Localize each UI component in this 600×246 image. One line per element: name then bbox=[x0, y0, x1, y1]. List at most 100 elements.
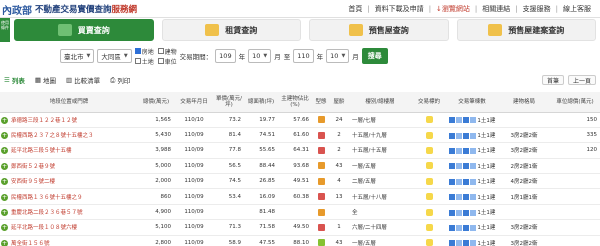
date-cell: 110/09 bbox=[174, 142, 214, 159]
checkbox-land[interactable] bbox=[134, 58, 141, 64]
unit-price-cell: 53.4 bbox=[214, 188, 244, 205]
address-cell[interactable]: + 安西街９５號二樓 bbox=[0, 173, 138, 190]
brand[interactable]: 內政部 不動產交易實價查詢 服務網 bbox=[2, 1, 137, 17]
tab-rental-query[interactable]: 租賃查詢 bbox=[161, 19, 301, 41]
address-cell[interactable]: + 重慶北路二段２３６巷５７號 bbox=[0, 204, 138, 221]
print-button[interactable]: ⎙ 列印 bbox=[110, 75, 130, 86]
area-cell: 19.77 bbox=[244, 112, 278, 128]
expand-icon[interactable]: + bbox=[1, 132, 8, 140]
deal-target-icon bbox=[425, 208, 433, 216]
deal-count-cell: 1土1建 bbox=[446, 204, 498, 221]
table-row[interactable]: + 延平北路一段１０８號六樓 5,100 110/09 71.3 71.58 49… bbox=[0, 219, 600, 236]
total-price-cell: 2,800 bbox=[138, 235, 174, 246]
pager: 首筆 上一頁 bbox=[541, 75, 596, 85]
total-price-cell: 3,988 bbox=[138, 142, 174, 159]
table-row[interactable]: + 重慶北路二段２３６巷５７號 4,900 110/09 81.48 全 1土1建 bbox=[0, 204, 600, 221]
checkbox-land-building[interactable] bbox=[134, 48, 141, 54]
deal-count-icon bbox=[448, 178, 476, 185]
deal-target-icon bbox=[425, 223, 433, 231]
col-type[interactable]: 型態 bbox=[312, 92, 330, 113]
col-age[interactable]: 屋齡 bbox=[330, 92, 348, 113]
floor-cell: 十五層/十五層 bbox=[348, 142, 412, 159]
nav-download[interactable]: 資料下載及申請 bbox=[370, 4, 429, 14]
nav-browse[interactable]: ↓瀏覽網站 bbox=[431, 4, 475, 14]
address-cell[interactable]: + 萬全街１５６號 bbox=[0, 235, 138, 246]
from-month-select[interactable]: 10 ▼ bbox=[248, 49, 272, 63]
address-cell[interactable]: + 民權西路２３７之８號十五樓之３ bbox=[0, 127, 138, 144]
expand-icon[interactable]: + bbox=[1, 193, 8, 201]
address-cell[interactable]: + 民權西路１３６號十五樓之９ bbox=[0, 188, 138, 205]
nav-online-service[interactable]: 線上客服 bbox=[558, 4, 596, 14]
col-area[interactable]: 總面積(坪) bbox=[244, 92, 278, 113]
address-cell[interactable]: + 鄭西街５２巷９號 bbox=[0, 158, 138, 175]
expand-icon[interactable]: + bbox=[1, 116, 8, 124]
col-date[interactable]: 交易年月日 bbox=[174, 92, 214, 113]
tab-presale-query[interactable]: 預售屋查詢 bbox=[309, 19, 449, 41]
expand-icon[interactable]: + bbox=[1, 162, 8, 170]
address-cell[interactable]: + 延平北路三段５號十五樓 bbox=[0, 142, 138, 159]
address-cell[interactable]: + 承德路三段１２２巷１２號 bbox=[0, 112, 138, 128]
age-cell bbox=[330, 204, 348, 221]
col-deal-count[interactable]: 交易筆棟數 bbox=[446, 92, 498, 113]
checkbox-building[interactable] bbox=[157, 48, 164, 54]
table-row[interactable]: + 萬全街１５６號 2,800 110/09 58.9 47.55 88.10 4… bbox=[0, 235, 600, 246]
address-cell[interactable]: + 延平北路一段１０８號六樓 bbox=[0, 219, 138, 236]
layout-cell: 3房2廳2衛 bbox=[498, 142, 550, 159]
first-page-button[interactable]: 首筆 bbox=[541, 75, 564, 85]
from-year-field[interactable]: 109 bbox=[215, 49, 236, 63]
tab-presale-project-query[interactable]: 預售屋建案查詢 bbox=[456, 19, 596, 41]
parking-price-cell bbox=[550, 235, 600, 246]
expand-icon[interactable]: + bbox=[1, 147, 8, 155]
search-button[interactable]: 搜尋 bbox=[361, 48, 388, 64]
nav-home[interactable]: 首頁 bbox=[343, 4, 367, 14]
total-price-cell: 2,000 bbox=[138, 173, 174, 190]
table-row[interactable]: + 安西街９５號二樓 2,000 110/09 74.5 26.85 49.51 … bbox=[0, 173, 600, 190]
sidebar-toggle[interactable]: 使用條件 bbox=[0, 18, 10, 42]
compare-list-button[interactable]: ▥ 比較清單 bbox=[66, 75, 100, 85]
date-cell: 110/09 bbox=[174, 219, 214, 236]
expand-icon[interactable]: + bbox=[1, 239, 8, 246]
district-select[interactable]: 大同區 ▼ bbox=[97, 49, 132, 63]
col-address[interactable]: 地段位置或門牌 bbox=[0, 92, 138, 113]
unit-price-cell: 56.5 bbox=[214, 158, 244, 175]
checkbox-parking[interactable] bbox=[157, 58, 164, 64]
table-row[interactable]: + 民權西路１３６號十五樓之９ 860 110/09 53.4 16.09 60.… bbox=[0, 188, 600, 205]
nav-links[interactable]: 相關連結 bbox=[477, 4, 515, 14]
deal-count-icon bbox=[448, 209, 476, 216]
age-cell: 43 bbox=[330, 158, 348, 175]
table-row[interactable]: + 承德路三段１２２巷１２號 1,565 110/10 73.2 19.77 57… bbox=[0, 112, 600, 128]
col-total-price[interactable]: 總價(萬元) bbox=[138, 92, 174, 113]
prev-page-button[interactable]: 上一頁 bbox=[567, 75, 596, 85]
to-month-select[interactable]: 10 ▼ bbox=[326, 49, 350, 63]
unit-price-cell: 58.9 bbox=[214, 235, 244, 246]
map-view-button[interactable]: ▦ 地圖 bbox=[35, 75, 56, 85]
table-row[interactable]: + 鄭西街５２巷９號 5,000 110/09 56.5 88.44 93.68 … bbox=[0, 158, 600, 175]
city-select[interactable]: 臺北市 ▼ bbox=[60, 49, 95, 63]
col-parking-price[interactable]: 車位總價(萬元) bbox=[550, 92, 600, 113]
expand-icon[interactable]: + bbox=[1, 178, 8, 186]
expand-icon[interactable]: + bbox=[1, 209, 8, 217]
list-view-button[interactable]: ☰ 列表 bbox=[4, 75, 25, 85]
col-floor[interactable]: 樓別/總樓層 bbox=[348, 92, 412, 113]
expand-icon[interactable]: + bbox=[1, 224, 8, 232]
tab-sale-query[interactable]: 買賣查詢 bbox=[14, 19, 154, 41]
total-price-cell: 860 bbox=[138, 188, 174, 205]
table-row[interactable]: + 延平北路三段５號十五樓 3,988 110/09 77.8 55.65 64.… bbox=[0, 142, 600, 159]
to-year-field[interactable]: 110 bbox=[293, 49, 314, 63]
area-cell: 55.65 bbox=[244, 142, 278, 159]
chevron-down-icon: ▼ bbox=[123, 53, 128, 59]
deal-target-icon bbox=[425, 239, 433, 246]
deal-count-icon bbox=[448, 117, 476, 124]
deal-target-icon bbox=[425, 162, 433, 170]
col-main-ratio[interactable]: 主建物佔比(%) bbox=[278, 92, 312, 113]
nav-support[interactable]: 支援服務 bbox=[518, 4, 556, 14]
col-layout[interactable]: 建物格局 bbox=[498, 92, 550, 113]
table-row[interactable]: + 民權西路２３７之８號十五樓之３ 5,430 110/09 81.4 74.51… bbox=[0, 127, 600, 144]
col-unit-price[interactable]: 單價(萬元/坪) bbox=[214, 92, 244, 113]
col-deal-target[interactable]: 交易標的 bbox=[412, 92, 446, 113]
area-cell: 88.44 bbox=[244, 158, 278, 175]
deal-count-icon bbox=[448, 194, 476, 201]
tab-label: 預售屋建案查詢 bbox=[508, 25, 565, 35]
table-header-row: 地段位置或門牌 總價(萬元) 交易年月日 單價(萬元/坪) 總面積(坪) 主建物… bbox=[0, 92, 600, 113]
deal-count-cell: 1土1建 bbox=[446, 142, 498, 159]
